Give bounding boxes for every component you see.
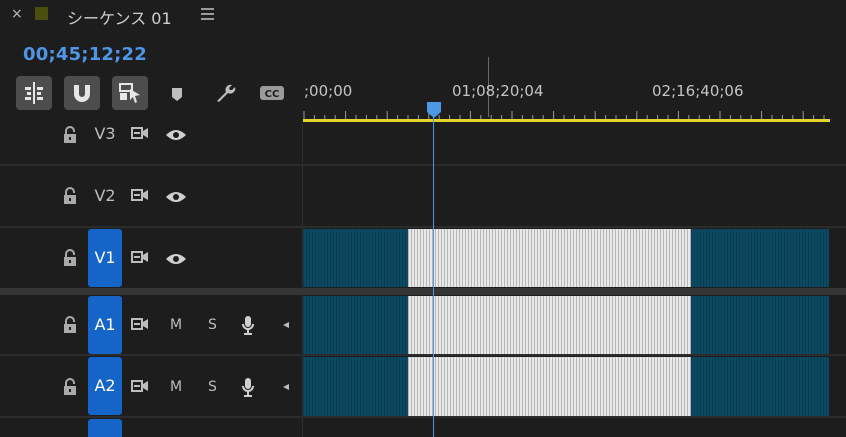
lock-icon[interactable] bbox=[61, 249, 79, 267]
audio-clip-a2-right[interactable] bbox=[691, 357, 829, 416]
video-clip-left[interactable] bbox=[303, 229, 408, 287]
close-tab-button[interactable]: × bbox=[11, 6, 23, 22]
volume-icon[interactable] bbox=[282, 383, 290, 391]
sync-lock-icon[interactable] bbox=[131, 251, 149, 265]
insert-as-nest-icon bbox=[25, 82, 43, 104]
microphone-icon[interactable] bbox=[241, 377, 255, 397]
ruler-label-end: 02;16;40;06 bbox=[652, 82, 744, 100]
lock-icon[interactable] bbox=[61, 126, 79, 144]
linked-selection-icon bbox=[119, 83, 140, 103]
captions-icon[interactable]: CC bbox=[260, 86, 284, 100]
panel-menu-icon[interactable] bbox=[201, 8, 214, 23]
volume-icon[interactable] bbox=[282, 321, 290, 329]
work-area-bar[interactable] bbox=[303, 119, 830, 122]
insert-as-nest-button[interactable] bbox=[16, 76, 52, 110]
mute-button-a1[interactable]: M bbox=[170, 317, 182, 333]
ruler-label-start: ;00;00 bbox=[304, 82, 353, 100]
svg-text:CC: CC bbox=[265, 89, 280, 100]
lock-icon[interactable] bbox=[61, 187, 79, 205]
playhead-handle[interactable] bbox=[426, 101, 442, 119]
lock-icon[interactable] bbox=[61, 378, 79, 396]
snap-button[interactable] bbox=[64, 76, 100, 110]
track-label-v2[interactable]: V2 bbox=[88, 185, 122, 207]
sync-lock-icon[interactable] bbox=[131, 127, 149, 141]
sync-lock-icon[interactable] bbox=[131, 318, 149, 332]
sync-lock-icon[interactable] bbox=[131, 189, 149, 203]
lock-icon[interactable] bbox=[61, 316, 79, 334]
microphone-icon[interactable] bbox=[241, 315, 255, 335]
video-audio-separator[interactable] bbox=[0, 288, 846, 295]
eye-icon[interactable] bbox=[165, 190, 187, 204]
snap-magnet-icon bbox=[74, 85, 90, 102]
playhead-timecode[interactable]: 00;45;12;22 bbox=[23, 44, 147, 65]
track-target-v1[interactable]: V1 bbox=[88, 229, 122, 287]
ruler-label-mid: 01;08;20;04 bbox=[452, 82, 544, 100]
playhead-line bbox=[433, 112, 434, 437]
eye-icon[interactable] bbox=[165, 128, 187, 142]
audio-clip-a1-right[interactable] bbox=[691, 296, 829, 354]
track-row-v2 bbox=[0, 166, 846, 228]
sequence-tab-title[interactable]: シーケンス 01 bbox=[67, 5, 172, 29]
video-clip-center[interactable] bbox=[408, 229, 691, 287]
audio-clip-a1-center[interactable] bbox=[408, 296, 691, 354]
track-row-v3 bbox=[0, 124, 846, 166]
solo-button-a2[interactable]: S bbox=[208, 379, 217, 395]
track-target-a1[interactable]: A1 bbox=[88, 296, 122, 354]
solo-button-a1[interactable]: S bbox=[208, 317, 217, 333]
audio-clip-a2-center[interactable] bbox=[408, 357, 691, 416]
eye-icon[interactable] bbox=[165, 252, 187, 266]
add-marker-icon[interactable] bbox=[170, 85, 184, 103]
sync-lock-icon[interactable] bbox=[131, 380, 149, 394]
audio-clip-a1-left[interactable] bbox=[303, 296, 408, 354]
track-target-a3[interactable] bbox=[88, 419, 122, 437]
linked-selection-button[interactable] bbox=[112, 76, 148, 110]
sequence-color-swatch bbox=[35, 7, 48, 20]
mute-button-a2[interactable]: M bbox=[170, 379, 182, 395]
settings-wrench-icon[interactable] bbox=[214, 82, 236, 104]
track-label-v3[interactable]: V3 bbox=[88, 124, 122, 144]
audio-clip-a2-left[interactable] bbox=[303, 357, 408, 416]
video-clip-right[interactable] bbox=[691, 229, 829, 287]
track-target-a2[interactable]: A2 bbox=[88, 357, 122, 415]
